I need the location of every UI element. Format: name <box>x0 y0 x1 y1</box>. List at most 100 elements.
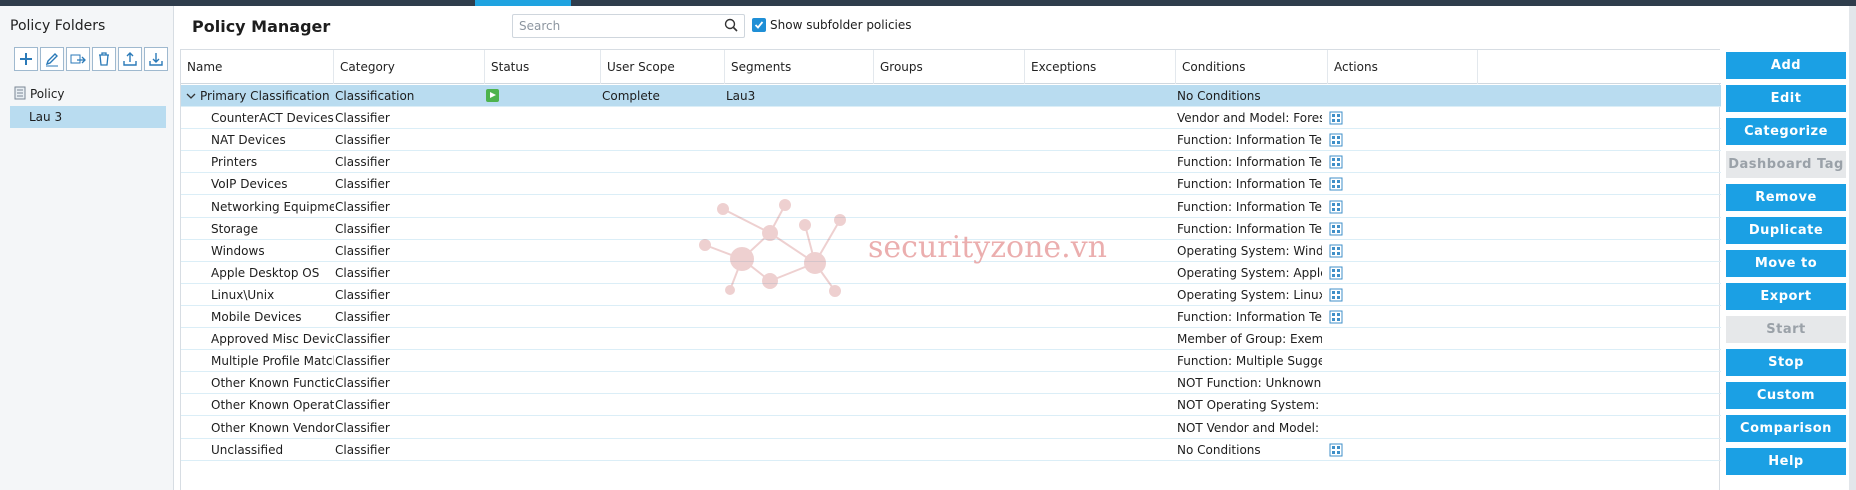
categorize-button[interactable]: Categorize <box>1726 118 1846 145</box>
move-to-button[interactable]: Move to <box>1726 250 1846 277</box>
row-name: CounterACT Devices <box>211 111 334 126</box>
active-tab-indicator <box>475 0 571 6</box>
row-category: Classifier <box>335 442 390 457</box>
col-status-header[interactable]: Status <box>485 50 601 84</box>
table-row[interactable]: Other Known Vendor Classifier NOT Vendor a… <box>181 417 1721 439</box>
row-conditions: No Conditions <box>1177 89 1261 103</box>
search-box <box>512 14 745 38</box>
action-item-icon[interactable] <box>1329 199 1343 213</box>
action-item-icon[interactable] <box>1329 243 1343 258</box>
export-button[interactable]: Export <box>1726 283 1846 310</box>
page-title: Policy Manager <box>192 17 331 36</box>
row-category: Classifier <box>335 398 390 413</box>
start-button[interactable]: Start <box>1726 316 1846 343</box>
dashboard-tag-button[interactable]: Dashboard Tag <box>1726 151 1846 178</box>
top-bar <box>0 0 1856 6</box>
table-row[interactable]: NAT Devices Classifier Function: Informati… <box>181 129 1721 152</box>
row-category: Classifier <box>335 265 390 280</box>
col-exceptions-header[interactable]: Exceptions <box>1025 50 1176 84</box>
row-actions <box>1329 196 1349 218</box>
row-conditions: Function: Information Technol... <box>1177 199 1322 214</box>
table-row[interactable]: Printers Classifier Function: Information … <box>181 151 1721 174</box>
table-row[interactable]: VoIP Devices Classifier Function: Informat… <box>181 173 1721 196</box>
col-segments-header[interactable]: Segments <box>725 50 874 84</box>
add-button[interactable]: Add <box>1726 52 1846 79</box>
comparison-button[interactable]: Comparison <box>1726 415 1846 442</box>
custom-button[interactable]: Custom <box>1726 382 1846 409</box>
row-conditions: Function: Information Technol... <box>1177 155 1322 170</box>
table-row[interactable]: Mobile Devices Classifier Function: Inform… <box>181 306 1721 328</box>
action-item-icon[interactable] <box>1329 176 1343 191</box>
action-item-icon[interactable] <box>1329 442 1343 457</box>
row-category: Classifier <box>335 111 390 126</box>
delete-icon[interactable] <box>92 47 116 71</box>
col-conditions-header[interactable]: Conditions <box>1176 50 1328 84</box>
search-icon[interactable] <box>724 18 738 35</box>
table-row[interactable]: Approved Misc DevicesClassifier Member of… <box>181 328 1721 351</box>
action-item-icon[interactable] <box>1329 110 1343 125</box>
action-item-icon[interactable] <box>1329 132 1343 147</box>
row-conditions: Function: Information Technol... <box>1177 177 1322 192</box>
table-row[interactable]: Other Known Operating SyClassifier NOT Op… <box>181 394 1721 417</box>
import-icon[interactable] <box>144 47 168 71</box>
row-name: Windows <box>211 243 265 258</box>
row-category: Classifier <box>335 354 390 369</box>
row-category: Classifier <box>335 177 390 192</box>
show-subfolder-toggle[interactable]: Show subfolder policies <box>752 18 912 32</box>
edit-button[interactable]: Edit <box>1726 85 1846 112</box>
action-item-icon[interactable] <box>1329 265 1343 280</box>
row-name: NAT Devices <box>211 133 286 148</box>
folder-tree: Policy Lau 3 <box>10 84 166 128</box>
add-icon[interactable] <box>14 47 38 71</box>
row-category: Classifier <box>335 376 390 391</box>
export-icon[interactable] <box>118 47 142 71</box>
row-category: Classification <box>335 89 415 103</box>
col-name-header[interactable]: Name <box>181 50 334 84</box>
row-conditions: NOT Operating System: Unkn... <box>1177 398 1322 413</box>
action-item-icon[interactable] <box>1329 287 1343 302</box>
action-item-icon[interactable] <box>1329 154 1343 169</box>
edit-icon[interactable] <box>40 47 64 71</box>
row-user-scope: Complete <box>602 89 660 103</box>
table-row[interactable]: Networking EquipmentClassifier Function: … <box>181 196 1721 218</box>
row-actions <box>1329 129 1349 151</box>
policy-table: Name Category Status User Scope Segments Grou… <box>180 49 1721 490</box>
row-name: Other Known Function <box>211 376 334 391</box>
remove-button[interactable]: Remove <box>1726 184 1846 211</box>
row-category: Classifier <box>335 133 390 148</box>
row-conditions: Operating System: Linux, Unix <box>1177 287 1322 302</box>
table-row[interactable]: Unclassified Classifier No Conditions <box>181 439 1721 461</box>
row-category: Classifier <box>335 420 390 435</box>
checkbox-checked-icon[interactable] <box>752 18 766 32</box>
table-header: Name Category Status User Scope Segments Grou… <box>181 50 1721 84</box>
table-row[interactable]: Apple Desktop OS Classifier Operating Syst… <box>181 262 1721 284</box>
row-conditions: Function: Information Technol... <box>1177 221 1322 236</box>
table-row[interactable]: Linux\Unix Classifier Operating System: Li… <box>181 284 1721 306</box>
col-actions-header[interactable]: Actions <box>1328 50 1478 84</box>
table-row[interactable]: CounterACT Devices Classifier Vendor and M… <box>181 107 1721 130</box>
move-folder-icon[interactable] <box>66 47 90 71</box>
row-conditions: Vendor and Model: Forescout ... <box>1177 111 1322 126</box>
action-item-icon[interactable] <box>1329 221 1343 236</box>
col-groups-header[interactable]: Groups <box>874 50 1025 84</box>
row-actions <box>1329 262 1349 284</box>
table-row[interactable]: Other Known Function Classifier NOT Functi… <box>181 372 1721 395</box>
tree-item-selected[interactable]: Lau 3 <box>10 106 166 128</box>
row-conditions: Function: Information Technol... <box>1177 310 1322 324</box>
play-status-icon <box>486 89 499 102</box>
help-button[interactable]: Help <box>1726 448 1846 475</box>
row-category: Classifier <box>335 221 390 236</box>
row-category: Classifier <box>335 310 390 324</box>
row-name: Unclassified <box>211 442 284 457</box>
tree-item-policy[interactable]: Policy <box>10 84 166 104</box>
action-item-icon[interactable] <box>1329 309 1343 324</box>
search-input[interactable] <box>519 19 709 33</box>
table-row-group[interactable]: Primary Classification Classification Comp… <box>181 85 1721 107</box>
duplicate-button[interactable]: Duplicate <box>1726 217 1846 244</box>
table-row[interactable]: Multiple Profile MatchesClassifier Functi… <box>181 350 1721 373</box>
col-user-scope-header[interactable]: User Scope <box>601 50 725 84</box>
actions-button-column: Add Edit Categorize Dashboard Tag Remove Dupl… <box>1726 52 1846 481</box>
col-category-header[interactable]: Category <box>334 50 485 84</box>
row-conditions: Operating System: Apple > Ap... <box>1177 265 1322 280</box>
stop-button[interactable]: Stop <box>1726 349 1846 376</box>
